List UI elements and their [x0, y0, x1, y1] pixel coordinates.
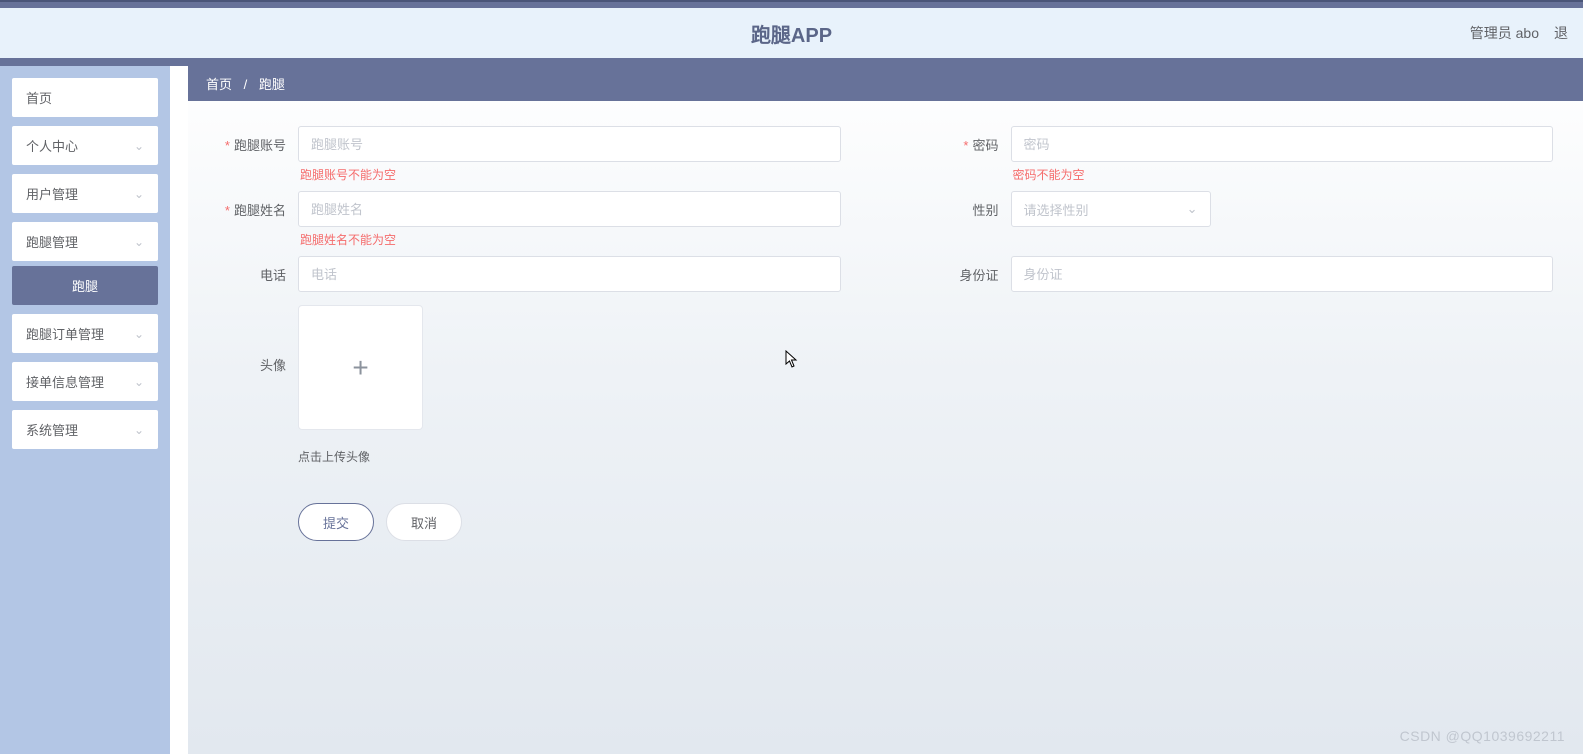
sidebar-item-accept[interactable]: 接单信息管理 ⌄ — [12, 362, 158, 401]
sidebar-item-users[interactable]: 用户管理 ⌄ — [12, 174, 158, 213]
gap-strip — [170, 66, 188, 754]
header: 跑腿APP 管理员 abo 退 — [0, 8, 1583, 58]
sidebar-item-label: 跑腿管理 — [26, 232, 78, 251]
label-gender: 性别 — [921, 191, 1011, 219]
chevron-down-icon: ⌄ — [134, 423, 144, 437]
user-label[interactable]: 管理员 abo — [1470, 23, 1539, 43]
sidebar-item-system[interactable]: 系统管理 ⌄ — [12, 410, 158, 449]
form-item-name: 跑腿姓名 跑腿姓名不能为空 — [208, 191, 841, 248]
sidebar-item-orders[interactable]: 跑腿订单管理 ⌄ — [12, 314, 158, 353]
label-avatar: 头像 — [208, 300, 298, 374]
password-input[interactable] — [1011, 126, 1554, 162]
cancel-button[interactable]: 取消 — [386, 503, 462, 541]
top-strip — [0, 0, 1583, 8]
form-item-idcard: 身份证 — [921, 256, 1554, 292]
chevron-down-icon: ⌄ — [134, 187, 144, 201]
account-input[interactable] — [298, 126, 841, 162]
sidebar-item-profile[interactable]: 个人中心 ⌄ — [12, 126, 158, 165]
avatar-upload[interactable]: + — [298, 305, 423, 430]
sidebar-item-label: 个人中心 — [26, 136, 78, 155]
breadcrumb-current: 跑腿 — [259, 77, 285, 92]
sidebar-subitem-label: 跑腿 — [72, 279, 98, 294]
header-right: 管理员 abo 退 — [1470, 23, 1568, 43]
form-item-phone: 电话 — [208, 256, 841, 292]
breadcrumb-sep: / — [244, 77, 248, 92]
divider-bar — [0, 58, 1583, 66]
chevron-down-icon: ⌄ — [134, 235, 144, 249]
error-name: 跑腿姓名不能为空 — [298, 231, 841, 248]
label-phone: 电话 — [208, 256, 298, 284]
avatar-hint: 点击上传头像 — [298, 448, 841, 465]
name-input[interactable] — [298, 191, 841, 227]
sidebar: 首页 个人中心 ⌄ 用户管理 ⌄ 跑腿管理 ⌄ 跑腿 跑腿订单管理 ⌄ 接单信息… — [0, 66, 170, 754]
chevron-down-icon: ⌄ — [134, 375, 144, 389]
error-password: 密码不能为空 — [1011, 166, 1554, 183]
plus-icon: + — [352, 352, 368, 384]
watermark: CSDN @QQ1039692211 — [1400, 728, 1565, 744]
content: 首页 / 跑腿 跑腿账号 跑腿账号不能为空 密码 — [188, 66, 1583, 754]
chevron-down-icon: ⌄ — [134, 139, 144, 153]
logout-link[interactable]: 退 — [1554, 23, 1568, 43]
breadcrumb-home[interactable]: 首页 — [206, 77, 232, 92]
label-account: 跑腿账号 — [208, 126, 298, 154]
sidebar-item-runner[interactable]: 跑腿管理 ⌄ — [12, 222, 158, 261]
form-item-gender: 性别 请选择性别 ⌄ — [921, 191, 1554, 227]
form-item-account: 跑腿账号 跑腿账号不能为空 — [208, 126, 841, 183]
sidebar-subitem-runner[interactable]: 跑腿 — [12, 266, 158, 305]
sidebar-item-label: 用户管理 — [26, 184, 78, 203]
chevron-down-icon: ⌄ — [1187, 201, 1198, 217]
idcard-input[interactable] — [1011, 256, 1554, 292]
form-item-password: 密码 密码不能为空 — [921, 126, 1554, 183]
sidebar-item-label: 接单信息管理 — [26, 372, 104, 391]
sidebar-item-label: 系统管理 — [26, 420, 78, 439]
sidebar-item-home[interactable]: 首页 — [12, 78, 158, 117]
label-name: 跑腿姓名 — [208, 191, 298, 219]
submit-button[interactable]: 提交 — [298, 503, 374, 541]
form-area: 跑腿账号 跑腿账号不能为空 密码 密码不能为空 — [188, 101, 1583, 571]
label-password: 密码 — [921, 126, 1011, 154]
sidebar-item-label: 首页 — [26, 88, 52, 107]
chevron-down-icon: ⌄ — [134, 327, 144, 341]
error-account: 跑腿账号不能为空 — [298, 166, 841, 183]
breadcrumb: 首页 / 跑腿 — [188, 66, 1583, 101]
app-title: 跑腿APP — [751, 19, 832, 48]
label-idcard: 身份证 — [921, 256, 1011, 284]
button-row: 提交 取消 — [298, 503, 1553, 541]
phone-input[interactable] — [298, 256, 841, 292]
gender-select[interactable]: 请选择性别 ⌄ — [1011, 191, 1211, 227]
gender-placeholder: 请选择性别 — [1024, 200, 1089, 219]
sidebar-item-label: 跑腿订单管理 — [26, 324, 104, 343]
form-item-avatar: 头像 + 点击上传头像 — [208, 300, 841, 465]
